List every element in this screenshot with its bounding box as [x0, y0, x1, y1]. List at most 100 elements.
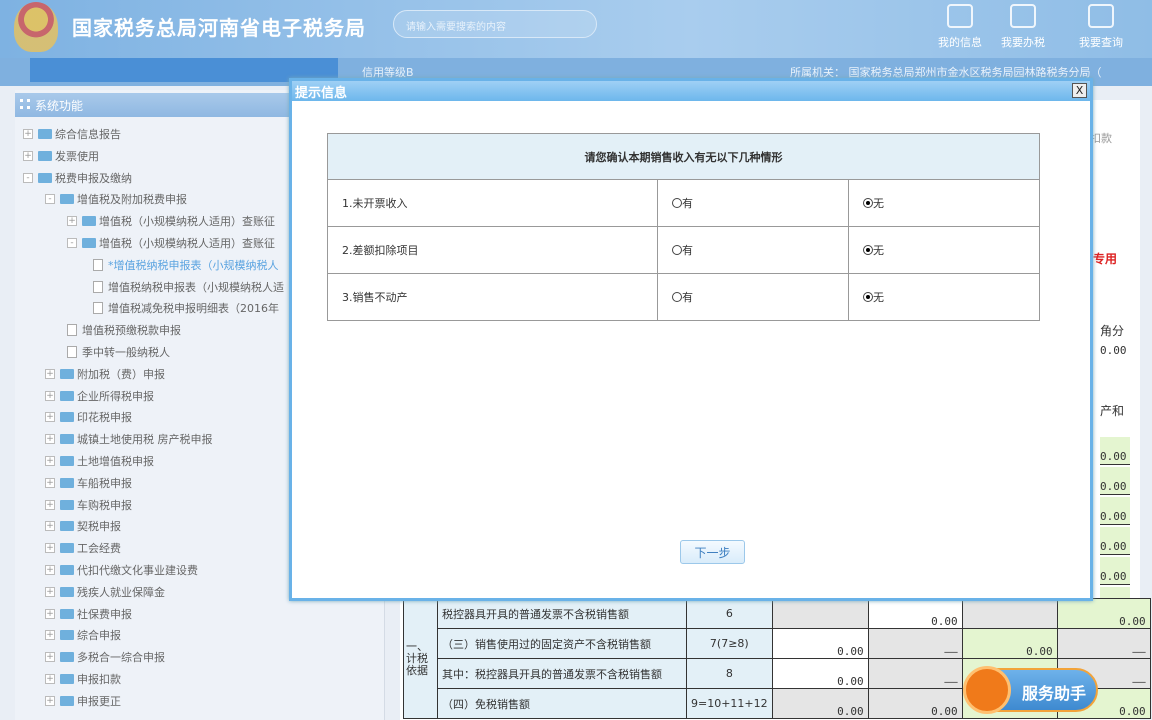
- sidebar-item[interactable]: + 车购税申报: [45, 495, 132, 515]
- expand-icon[interactable]: +: [45, 674, 55, 684]
- radio-no[interactable]: [863, 198, 873, 208]
- nav-do-tax[interactable]: 我要办税: [988, 4, 1058, 50]
- sidebar-item[interactable]: + 契税申报: [45, 516, 121, 536]
- radio-no[interactable]: [863, 245, 873, 255]
- folder-icon: [60, 477, 74, 488]
- sidebar-item[interactable]: + 多税合一综合申报: [45, 647, 165, 667]
- expand-icon[interactable]: +: [23, 150, 33, 161]
- tab-deduction[interactable]: 扣款: [1090, 130, 1112, 146]
- expand-icon[interactable]: +: [45, 368, 55, 379]
- value-cell[interactable]: 0.00: [1056, 598, 1151, 629]
- expand-icon[interactable]: +: [45, 390, 55, 401]
- option-no[interactable]: 无: [848, 226, 1040, 274]
- expand-icon[interactable]: +: [45, 630, 55, 641]
- tax-emblem-logo: [14, 2, 58, 52]
- value-cell[interactable]: 0.00: [1100, 344, 1127, 357]
- close-button[interactable]: X: [1072, 83, 1087, 98]
- unit-label: 角分: [1100, 324, 1125, 338]
- sidebar-item[interactable]: 增值税预缴税款申报: [67, 320, 181, 340]
- option-yes[interactable]: 有: [657, 273, 849, 321]
- sidebar-item[interactable]: + 企业所得税申报: [45, 386, 154, 406]
- nav-my-info[interactable]: 我的信息: [925, 4, 995, 50]
- collapse-icon[interactable]: -: [23, 172, 33, 183]
- expand-icon[interactable]: +: [45, 652, 55, 663]
- value-cell[interactable]: 0.00: [771, 658, 869, 689]
- folder-icon: [60, 194, 74, 205]
- sidebar-item[interactable]: - 税费申报及缴纳: [23, 168, 132, 188]
- sidebar-item[interactable]: + 社保费申报: [45, 604, 132, 624]
- sidebar-item[interactable]: + 发票使用: [23, 146, 99, 166]
- option-no[interactable]: 无: [848, 179, 1040, 227]
- radio-no[interactable]: [863, 292, 873, 302]
- sidebar-item[interactable]: 季中转一般纳税人: [67, 342, 170, 362]
- value-cell[interactable]: 0.00: [1100, 467, 1130, 495]
- option-no[interactable]: 无: [848, 273, 1040, 321]
- collapse-icon[interactable]: -: [45, 194, 55, 205]
- sidebar-item[interactable]: + 车船税申报: [45, 473, 132, 493]
- sidebar-item[interactable]: + 申报扣款: [45, 669, 121, 689]
- nav-query[interactable]: 我要查询: [1066, 4, 1136, 50]
- option-yes[interactable]: 有: [657, 179, 849, 227]
- sidebar-item[interactable]: + 代扣代缴文化事业建设费: [45, 560, 198, 580]
- value-cell[interactable]: 0.00: [961, 628, 1058, 659]
- option-label: 无: [873, 197, 884, 210]
- sidebar-item[interactable]: + 城镇土地使用税 房产税申报: [45, 429, 213, 449]
- expand-icon[interactable]: +: [45, 499, 55, 510]
- next-step-button[interactable]: 下一步: [680, 540, 745, 564]
- expand-icon[interactable]: +: [45, 456, 55, 466]
- sidebar-item[interactable]: - 增值税及附加税费申报: [45, 189, 187, 209]
- expand-icon[interactable]: +: [45, 586, 55, 597]
- value-cell[interactable]: ——: [867, 628, 963, 659]
- radio-yes[interactable]: [672, 198, 682, 208]
- service-assistant-button[interactable]: 服务助手: [963, 666, 1098, 714]
- sidebar-item[interactable]: + 残疾人就业保障金: [45, 582, 165, 602]
- expand-icon[interactable]: +: [45, 565, 55, 575]
- expand-icon[interactable]: +: [23, 129, 33, 139]
- sidebar-item[interactable]: + 综合信息报告: [23, 124, 121, 144]
- expand-icon[interactable]: +: [45, 521, 55, 532]
- sidebar-item[interactable]: + 印花税申报: [45, 407, 132, 427]
- option-yes[interactable]: 有: [657, 226, 849, 274]
- expand-icon[interactable]: +: [45, 412, 55, 423]
- value-cell[interactable]: 0.00: [1100, 557, 1130, 585]
- value-cell[interactable]: 0.00: [1100, 497, 1130, 525]
- value-cell[interactable]: 0.00: [867, 688, 963, 719]
- sidebar-item[interactable]: + 土地增值税申报: [45, 451, 154, 471]
- document-icon: [67, 324, 77, 337]
- sidebar-item[interactable]: 增值税减免税申报明细表（2016年: [93, 298, 279, 318]
- sidebar-item[interactable]: *增值税纳税申报表（小规模纳税人: [93, 255, 279, 275]
- search-input[interactable]: 请输入需要搜索的内容: [393, 10, 597, 38]
- expand-icon[interactable]: +: [45, 608, 55, 619]
- sidebar-item[interactable]: - 增值税（小规模纳税人适用）查账征: [67, 233, 275, 253]
- sidebar-item-label: 土地增值税申报: [77, 455, 154, 468]
- value-cell[interactable]: [771, 598, 869, 629]
- value-cell[interactable]: 0.00: [771, 688, 869, 719]
- value-cell[interactable]: 0.00: [1100, 437, 1130, 465]
- expand-icon[interactable]: +: [45, 695, 55, 706]
- sidebar-item[interactable]: + 工会经费: [45, 538, 121, 558]
- folder-icon: [60, 695, 74, 706]
- value-cell[interactable]: 0.00: [1100, 527, 1130, 555]
- value-cell[interactable]: ——: [1056, 628, 1151, 659]
- sidebar-item[interactable]: + 综合申报: [45, 625, 121, 645]
- radio-yes[interactable]: [672, 245, 682, 255]
- question-label: 2.差额扣除项目: [327, 226, 658, 274]
- folder-icon: [60, 456, 74, 466]
- expand-icon[interactable]: +: [45, 543, 55, 554]
- collapse-icon[interactable]: -: [67, 238, 77, 248]
- expand-icon[interactable]: +: [67, 216, 77, 227]
- value-cell[interactable]: 0.00: [867, 598, 963, 629]
- sidebar-item[interactable]: 增值税纳税申报表（小规模纳税人适: [93, 277, 284, 297]
- expand-icon[interactable]: +: [45, 477, 55, 488]
- sidebar-item[interactable]: + 附加税（费）申报: [45, 364, 165, 384]
- sidebar-item[interactable]: + 增值税（小规模纳税人适用）查账征: [67, 211, 275, 231]
- section-label: 一、计税依据: [403, 598, 438, 719]
- value-cell[interactable]: 0.00: [771, 628, 869, 659]
- nav-label: 我的信息: [938, 36, 982, 49]
- expand-icon[interactable]: +: [45, 434, 55, 445]
- value-cell[interactable]: ——: [867, 658, 963, 689]
- radio-yes[interactable]: [672, 292, 682, 302]
- value-cell[interactable]: [961, 598, 1058, 629]
- sidebar-item[interactable]: + 申报更正: [45, 691, 121, 711]
- option-label: 有: [682, 197, 693, 210]
